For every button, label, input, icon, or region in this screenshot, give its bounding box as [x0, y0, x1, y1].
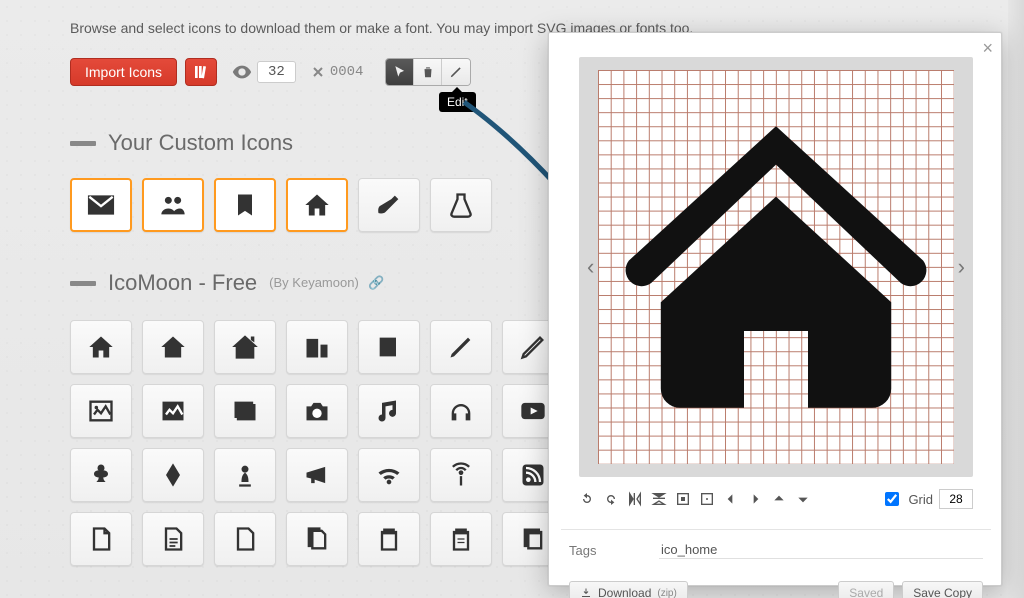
select-mode-button[interactable]: [386, 59, 414, 85]
mode-buttons: [385, 58, 471, 86]
custom-icons-header: Your Custom Icons: [70, 130, 293, 156]
removed-count: 0004: [330, 64, 364, 80]
icon-camera[interactable]: [286, 384, 348, 438]
icon-diamond[interactable]: [142, 448, 204, 502]
save-copy-button[interactable]: Save Copy: [902, 581, 983, 598]
icon-home1[interactable]: [70, 320, 132, 374]
grid-label: Grid: [908, 492, 933, 507]
rotate-ccw-icon[interactable]: [579, 491, 595, 507]
icon-clipboard1[interactable]: [358, 512, 420, 566]
icon-home3[interactable]: [214, 320, 276, 374]
icomoon-title: IcoMoon - Free: [108, 270, 257, 296]
arrow-down-icon[interactable]: [795, 491, 811, 507]
icon-images[interactable]: [214, 384, 276, 438]
icon-clipboard2[interactable]: [430, 512, 492, 566]
icon-music[interactable]: [358, 384, 420, 438]
page-scrollbar[interactable]: [1008, 0, 1024, 598]
icon-newspaper[interactable]: [358, 320, 420, 374]
icon-pencil2[interactable]: [430, 320, 492, 374]
icon-home[interactable]: [286, 178, 348, 232]
icon-home2[interactable]: [142, 320, 204, 374]
collapse-icon[interactable]: [70, 141, 96, 146]
next-icon-button[interactable]: ›: [958, 254, 965, 280]
grid-toggle-checkbox[interactable]: [885, 492, 899, 506]
download-hint: (zip): [657, 588, 676, 598]
icon-image2[interactable]: [142, 384, 204, 438]
icon-mail[interactable]: [70, 178, 132, 232]
delete-mode-button[interactable]: [414, 59, 442, 85]
author-link-icon[interactable]: 🔗: [368, 275, 384, 290]
download-button[interactable]: Download (zip): [569, 581, 688, 598]
icon-files[interactable]: [286, 512, 348, 566]
editor-grid-canvas[interactable]: [598, 70, 954, 464]
icon-brush[interactable]: [358, 178, 420, 232]
collapse-icon[interactable]: [70, 281, 96, 286]
eye-icon: [231, 61, 253, 83]
icon-podcast[interactable]: [430, 448, 492, 502]
icomoon-icon-grid: [70, 320, 564, 566]
visible-count-group: 32: [231, 61, 296, 83]
icon-pawn[interactable]: [214, 448, 276, 502]
icon-flask[interactable]: [430, 178, 492, 232]
arrow-left-icon[interactable]: [723, 491, 739, 507]
saved-button: Saved: [838, 581, 894, 598]
tags-label: Tags: [569, 543, 659, 558]
editor-canvas-area: ‹ ›: [579, 57, 973, 477]
icon-headphones[interactable]: [430, 384, 492, 438]
download-label: Download: [598, 586, 651, 598]
icon-bullhorn[interactable]: [286, 448, 348, 502]
tags-row: Tags: [569, 541, 983, 559]
library-button[interactable]: [185, 58, 217, 86]
removed-count-group: 0004: [310, 64, 364, 80]
icon-image1[interactable]: [70, 384, 132, 438]
icon-file-text[interactable]: [142, 512, 204, 566]
grid-size-input[interactable]: [939, 489, 973, 509]
prev-icon-button[interactable]: ‹: [587, 254, 594, 280]
arrow-up-icon[interactable]: [771, 491, 787, 507]
import-icons-button[interactable]: Import Icons: [70, 58, 177, 86]
divider: [561, 529, 991, 530]
editor-bottom-row: Download (zip) Saved Save Copy: [569, 581, 983, 598]
pencil-icon: [449, 65, 463, 79]
center-icon[interactable]: [699, 491, 715, 507]
icon-wifi[interactable]: [358, 448, 420, 502]
cursor-icon: [393, 65, 407, 79]
import-icons-label: Import Icons: [85, 64, 162, 80]
edit-tooltip: Edit: [439, 92, 476, 112]
icomoon-header: IcoMoon - Free (By Keyamoon) 🔗: [70, 270, 385, 296]
close-icon: [310, 64, 326, 80]
editor-close-button[interactable]: ×: [982, 39, 993, 57]
tags-input[interactable]: [659, 541, 983, 559]
visible-count: 32: [257, 61, 296, 83]
edit-mode-button[interactable]: [442, 59, 470, 85]
fit-icon[interactable]: [675, 491, 691, 507]
icomoon-byline: (By Keyamoon) 🔗: [269, 275, 384, 291]
icon-users[interactable]: [142, 178, 204, 232]
icon-clubs[interactable]: [70, 448, 132, 502]
main-toolbar: Import Icons 32 0004: [70, 58, 471, 86]
icon-file-blank[interactable]: [214, 512, 276, 566]
rotate-cw-icon[interactable]: [603, 491, 619, 507]
trash-icon: [421, 65, 435, 79]
editor-preview-icon: [598, 70, 954, 464]
icon-office[interactable]: [286, 320, 348, 374]
custom-icons-title: Your Custom Icons: [108, 130, 293, 156]
flip-h-icon[interactable]: [627, 491, 643, 507]
icon-file1[interactable]: [70, 512, 132, 566]
icon-editor-panel: × ‹ ›: [548, 32, 1002, 586]
editor-toolbar: Grid: [579, 485, 973, 513]
custom-icons-row: [70, 178, 492, 232]
icon-bookmark[interactable]: [214, 178, 276, 232]
flip-v-icon[interactable]: [651, 491, 667, 507]
arrow-right-icon[interactable]: [747, 491, 763, 507]
download-icon: [580, 587, 592, 598]
